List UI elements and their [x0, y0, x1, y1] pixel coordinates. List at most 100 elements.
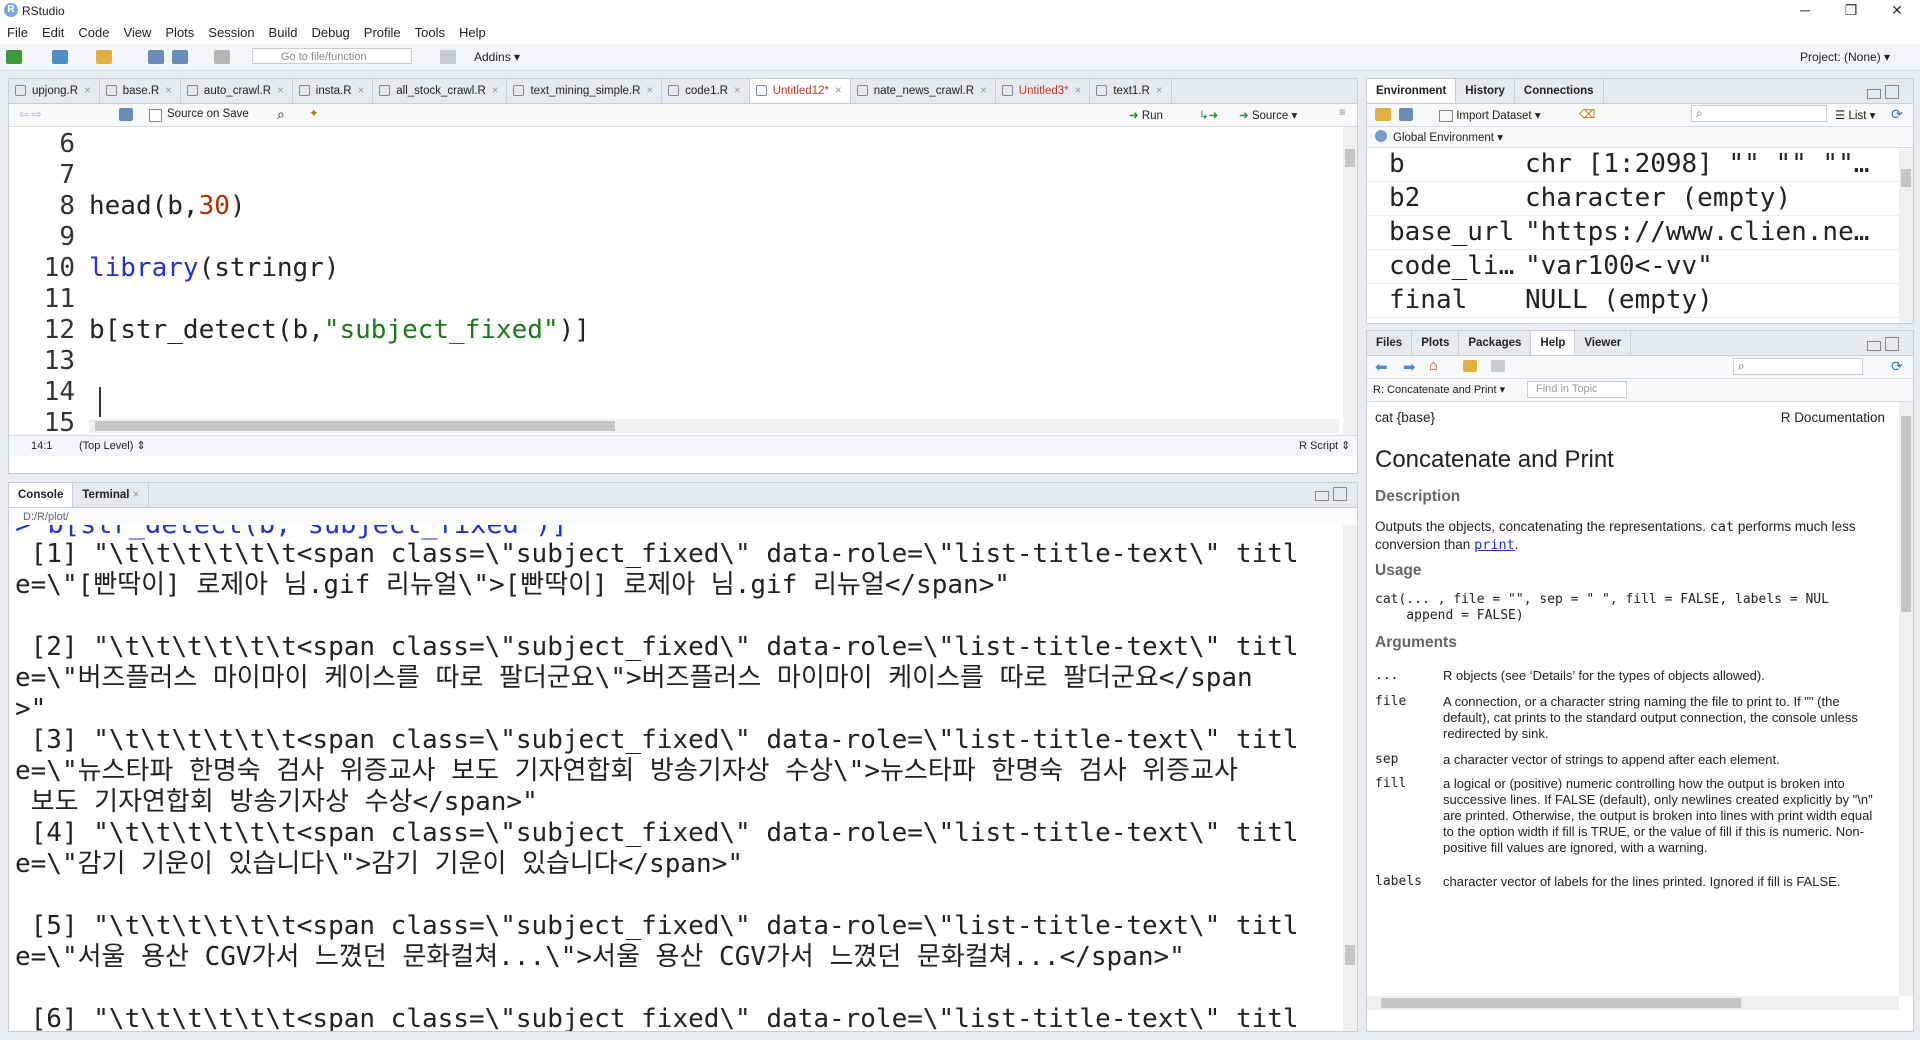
env-vscroll-thumb[interactable] [1901, 169, 1911, 187]
outline-icon[interactable]: ≡ [1339, 107, 1346, 119]
help-minimize-icon[interactable] [1867, 341, 1881, 351]
open-file-icon[interactable] [96, 50, 112, 64]
addins-menu[interactable]: Addins ▾ [474, 50, 520, 64]
save-all-icon[interactable] [172, 50, 188, 64]
close-tab-icon[interactable]: × [980, 85, 987, 97]
env-search-input[interactable]: ⌕ [1691, 105, 1827, 122]
editor-tab[interactable]: Untitled12* × [749, 79, 851, 103]
env-minimize-icon[interactable] [1867, 89, 1881, 99]
tab-viewer[interactable]: Viewer [1575, 331, 1632, 355]
maximize-pane-icon[interactable] [1333, 487, 1347, 501]
load-workspace-icon[interactable] [1375, 108, 1391, 121]
refresh-env-icon[interactable]: ⟳ [1891, 106, 1903, 123]
find-in-topic-input[interactable]: Find in Topic [1527, 381, 1627, 398]
editor-hscroll[interactable] [89, 419, 1339, 433]
tab-files[interactable]: Files [1367, 331, 1413, 355]
file-type-selector[interactable]: R Script ⇕ [1299, 436, 1350, 456]
tab-history[interactable]: History [1456, 79, 1515, 103]
search-icon[interactable]: ⌕ [277, 106, 285, 123]
menu-plots[interactable]: Plots [158, 22, 201, 44]
help-popout-icon[interactable] [1491, 360, 1505, 372]
console-vscroll[interactable] [1343, 525, 1357, 1031]
close-tab-icon[interactable]: × [165, 85, 172, 97]
close-tab-icon[interactable]: × [84, 85, 91, 97]
editor-tab[interactable]: base.R × [100, 79, 181, 103]
tab-packages[interactable]: Packages [1459, 331, 1532, 355]
editor-hscroll-thumb[interactable] [95, 421, 615, 431]
env-row[interactable]: b2 character (empty) [1367, 182, 1913, 216]
new-project-icon[interactable] [52, 50, 68, 64]
editor-tab[interactable]: Untitled3* × [996, 79, 1091, 103]
help-search-input[interactable]: ⌕ [1733, 358, 1863, 375]
env-row[interactable]: b chr [1:2098] "" "" ""… [1367, 148, 1913, 182]
help-hscroll-thumb[interactable] [1381, 998, 1741, 1008]
editor-tab[interactable]: text_mining_simple.R × [507, 79, 663, 103]
help-print-link[interactable]: print [1474, 537, 1515, 553]
project-menu[interactable]: Project: (None) ▾ [1800, 50, 1890, 64]
source-button[interactable]: ➜ Source ▾ [1239, 108, 1297, 122]
menu-profile[interactable]: Profile [357, 22, 408, 44]
minimize-button[interactable]: ─ [1782, 0, 1828, 22]
help-forward-icon[interactable]: ➡ [1403, 358, 1416, 376]
env-row[interactable]: final NULL (empty) [1367, 284, 1913, 318]
env-vscroll[interactable] [1899, 149, 1913, 323]
goto-file-input[interactable]: Go to file/function [252, 48, 412, 64]
tab-plots[interactable]: Plots [1412, 331, 1460, 355]
rerun-icon[interactable]: ↳➜ [1199, 108, 1218, 122]
tab-help[interactable]: Help [1531, 331, 1576, 355]
close-tab-icon[interactable]: × [1075, 85, 1082, 97]
help-topic-selector[interactable]: R: Concatenate and Print ▾ [1373, 383, 1505, 396]
close-tab-icon[interactable]: × [277, 85, 284, 97]
print-icon[interactable] [214, 50, 230, 64]
close-tab-icon[interactable]: × [492, 85, 499, 97]
tab-console[interactable]: Console [9, 483, 74, 507]
close-button[interactable]: ✕ [1874, 0, 1920, 22]
help-vscroll[interactable] [1899, 402, 1913, 996]
help-maximize-icon[interactable] [1885, 337, 1899, 351]
save-doc-icon[interactable] [119, 108, 133, 121]
minimize-pane-icon[interactable] [1315, 491, 1329, 501]
env-row[interactable]: code_li… "var100<-vv" [1367, 250, 1913, 284]
menu-file[interactable]: File [0, 22, 35, 44]
editor-tab[interactable]: text1.R × [1090, 79, 1172, 103]
help-print-icon[interactable] [1463, 360, 1477, 372]
source-on-save-checkbox[interactable] [149, 109, 162, 122]
console-output[interactable]: > b[str_detect(b,"subject_fixed")] [1] "… [9, 525, 1343, 1031]
list-view-selector[interactable]: ☰ List ▾ [1835, 108, 1875, 122]
close-tab-icon[interactable]: × [1156, 85, 1163, 97]
menu-build[interactable]: Build [262, 22, 305, 44]
tab-connections[interactable]: Connections [1515, 79, 1604, 103]
env-scope-selector[interactable]: Global Environment ▾ [1393, 130, 1503, 144]
close-tab-icon[interactable]: × [734, 85, 741, 97]
menu-code[interactable]: Code [71, 22, 116, 44]
import-dataset-button[interactable]: Import Dataset ▾ [1439, 108, 1541, 122]
menu-tools[interactable]: Tools [408, 22, 452, 44]
console-vscroll-thumb[interactable] [1345, 945, 1355, 965]
editor-tab[interactable]: auto_crawl.R × [181, 79, 293, 103]
env-row[interactable]: base_url "https://www.clien.ne… [1367, 216, 1913, 250]
tab-environment[interactable]: Environment [1367, 79, 1457, 103]
help-hscroll[interactable] [1367, 996, 1899, 1010]
env-maximize-icon[interactable] [1885, 85, 1899, 99]
run-button[interactable]: ➜ Run [1129, 108, 1163, 122]
menu-view[interactable]: View [116, 22, 158, 44]
menu-session[interactable]: Session [201, 22, 261, 44]
save-icon[interactable] [148, 50, 164, 64]
broom-icon[interactable]: ⌫ [1579, 107, 1595, 121]
save-workspace-icon[interactable] [1399, 108, 1413, 121]
back-arrow-icon[interactable]: ⇦ ⇨ [19, 107, 41, 121]
help-back-icon[interactable]: ⬅ [1375, 358, 1388, 376]
editor-tab[interactable]: all_stock_crawl.R × [373, 79, 508, 103]
code-area[interactable]: 6 7 8 head(b,30) 9 10 library(stringr) 11 12 b[st… [9, 127, 1357, 435]
editor-tab[interactable]: code1.R × [662, 79, 750, 103]
close-tab-icon[interactable]: × [835, 85, 842, 97]
help-home-icon[interactable]: ⌂ [1429, 357, 1438, 374]
new-file-icon[interactable] [6, 50, 22, 64]
editor-tab[interactable]: upjong.R × [9, 79, 100, 103]
maximize-button[interactable]: ❐ [1828, 0, 1874, 22]
editor-vscroll[interactable] [1343, 127, 1357, 435]
close-terminal-icon[interactable]: × [133, 489, 140, 501]
wand-icon[interactable]: ✦ [309, 106, 319, 120]
menu-debug[interactable]: Debug [304, 22, 356, 44]
scope-selector[interactable]: (Top Level) ⇕ [79, 436, 146, 456]
